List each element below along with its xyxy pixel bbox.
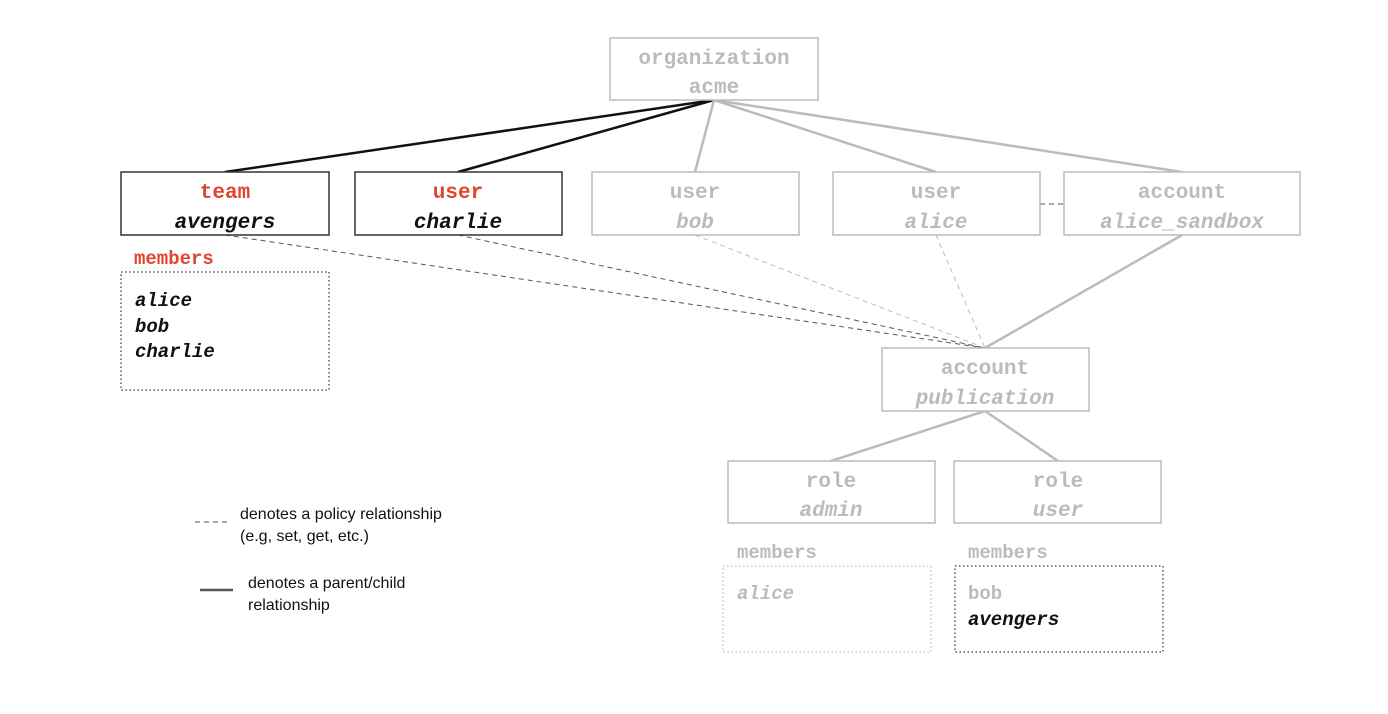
node-name: alice <box>904 212 967 235</box>
node-name: avengers <box>175 212 276 235</box>
node-name: alice_sandbox <box>1100 212 1264 235</box>
edge-sandbox-publication <box>984 233 1183 350</box>
node-name: acme <box>689 77 739 100</box>
admin-member: alice <box>737 583 794 605</box>
node-name: user <box>1033 500 1084 523</box>
edge-org-sandbox <box>713 98 1183 174</box>
node-role-admin[interactable]: role admin <box>727 460 936 524</box>
node-type: role <box>1033 471 1083 494</box>
team-members-label: members <box>134 248 214 270</box>
policy-charlie-publication <box>457 234 986 349</box>
admin-members-label: members <box>737 542 817 564</box>
relationship-diagram: organization acme team avengers members … <box>120 37 1301 653</box>
legend-parent-text: denotes a parent/child <box>248 575 405 592</box>
legend-parent-text: relationship <box>248 597 330 614</box>
policy-team-publication <box>224 234 986 349</box>
node-type: user <box>670 182 720 205</box>
node-type: organization <box>638 48 789 71</box>
admin-members-box <box>722 565 932 653</box>
policy-alice-publication <box>935 234 986 349</box>
legend-policy-text: denotes a policy relationship <box>240 506 442 523</box>
node-team-avengers[interactable]: team avengers <box>120 171 330 236</box>
node-user-alice[interactable]: user alice <box>832 171 1041 236</box>
node-name: admin <box>799 500 862 523</box>
policy-bob-publication <box>694 234 986 349</box>
node-role-user[interactable]: role user <box>953 460 1162 524</box>
edge-org-alice <box>713 98 937 174</box>
edge-publication-admin <box>830 409 986 463</box>
team-member: bob <box>135 316 169 338</box>
node-user-bob[interactable]: user bob <box>591 171 800 236</box>
node-name: charlie <box>414 212 502 235</box>
node-type: account <box>1138 182 1226 205</box>
node-organization-acme[interactable]: organization acme <box>609 37 819 101</box>
node-type: team <box>200 182 250 205</box>
node-user-charlie[interactable]: user charlie <box>354 171 563 236</box>
roleuser-member: avengers <box>968 609 1059 631</box>
node-name: bob <box>676 212 714 235</box>
legend: denotes a policy relationship (e.g, set,… <box>195 506 442 614</box>
team-member: alice <box>135 290 192 312</box>
node-name: publication <box>915 388 1055 411</box>
edge-publication-roleuser <box>984 409 1059 463</box>
edge-org-team <box>224 98 715 174</box>
edge-org-charlie <box>457 98 715 174</box>
legend-policy-text: (e.g, set, get, etc.) <box>240 528 369 545</box>
node-account-alice-sandbox[interactable]: account alice_sandbox <box>1063 171 1301 236</box>
team-member: charlie <box>135 341 215 363</box>
roleuser-member: bob <box>968 583 1002 605</box>
node-type: user <box>433 182 483 205</box>
node-type: account <box>941 358 1029 381</box>
node-type: user <box>911 182 961 205</box>
node-type: role <box>806 471 856 494</box>
node-account-publication[interactable]: account publication <box>881 347 1090 412</box>
roleuser-members-label: members <box>968 542 1048 564</box>
edge-org-bob <box>693 99 716 173</box>
